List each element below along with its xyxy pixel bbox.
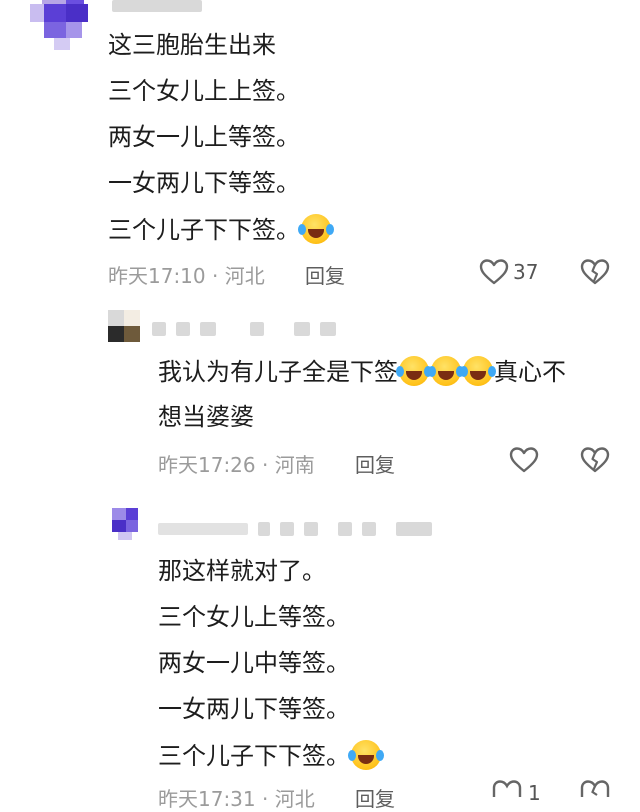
laughing-tears-emoji-icon (428, 356, 461, 386)
broken-heart-icon[interactable] (580, 446, 610, 478)
comment-text-line: 想当婆婆 (158, 403, 254, 431)
reply-button[interactable]: 回复 (355, 783, 395, 812)
comment-text: 真心不 (494, 358, 566, 386)
comment-text: 三个儿子下下签。 (108, 216, 300, 244)
broken-heart-icon[interactable] (580, 258, 610, 290)
comment-text: 三个儿子下下签。 (158, 742, 350, 770)
comment-text-line: 一女两儿下等签。 (108, 169, 300, 197)
comment-text: 我认为有儿子全是下签 (158, 358, 398, 386)
heart-outline-icon[interactable] (479, 258, 509, 290)
comment-time-location: 昨天17:26 · 河南 (158, 453, 315, 477)
username-blurred[interactable] (112, 0, 202, 12)
comment-text-line: 一女两儿下等签。 (158, 695, 350, 723)
comment-text-line: 两女一儿上等签。 (108, 123, 300, 151)
laughing-tears-emoji-icon (348, 740, 381, 770)
username-blurred[interactable] (152, 322, 336, 336)
comment-text-line: 两女一儿中等签。 (158, 649, 350, 677)
laughing-tears-emoji-icon (396, 356, 429, 386)
heart-outline-icon[interactable] (509, 446, 539, 478)
comment-time-location: 昨天17:10 · 河北 (108, 264, 265, 288)
laughing-tears-emoji-icon (460, 356, 493, 386)
laughing-tears-emoji-icon (298, 214, 331, 244)
comment-text-line: 三个女儿上等签。 (158, 603, 350, 631)
reply-button[interactable]: 回复 (305, 260, 345, 289)
broken-heart-icon[interactable] (580, 779, 610, 801)
username-blurred[interactable] (158, 522, 432, 536)
comment-text-line: 三个儿子下下签。 (158, 740, 382, 771)
comment-time-location: 昨天17:31 · 河北 (158, 787, 315, 811)
avatar[interactable] (108, 310, 140, 342)
comment-text-line: 这三胞胎生出来 (108, 31, 276, 59)
like-count: 37 (513, 260, 539, 284)
reply-button[interactable]: 回复 (355, 449, 395, 478)
avatar[interactable] (108, 506, 142, 544)
like-count: 1 (528, 781, 541, 805)
comment-text-line: 我认为有儿子全是下签 真心不 (158, 356, 566, 387)
comment-text-line: 三个女儿上上签。 (108, 77, 300, 105)
comment-text-line: 那这样就对了。 (158, 557, 326, 585)
comment-text-line: 三个儿子下下签。 (108, 214, 332, 245)
avatar[interactable] (20, 0, 100, 58)
heart-outline-icon[interactable] (492, 779, 522, 801)
